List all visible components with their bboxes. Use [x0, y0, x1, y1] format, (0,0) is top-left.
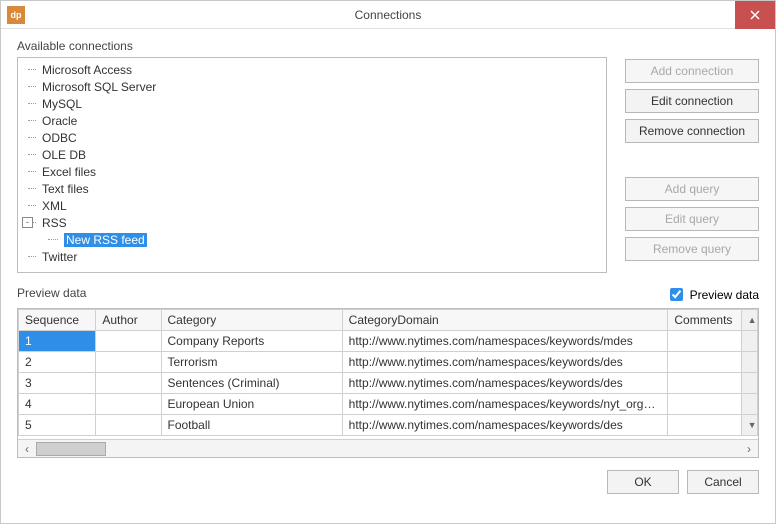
- preview-data-checkbox-input[interactable]: [670, 288, 683, 301]
- app-icon: dp: [7, 6, 25, 24]
- dialog-window: dp Connections Available connections Mic…: [0, 0, 776, 524]
- table-cell: [96, 373, 161, 394]
- table-cell: [668, 373, 741, 394]
- grid-scroll-area[interactable]: Sequence Author Category CategoryDomain …: [18, 309, 758, 439]
- collapse-icon[interactable]: -: [22, 217, 33, 228]
- table-row[interactable]: 5 Footballhttp://www.nytimes.com/namespac…: [19, 415, 758, 436]
- tree-item[interactable]: XML: [20, 198, 604, 215]
- table-row[interactable]: 4 European Unionhttp://www.nytimes.com/na…: [19, 394, 758, 415]
- add-query-button[interactable]: Add query: [625, 177, 759, 201]
- ok-button[interactable]: OK: [607, 470, 679, 494]
- col-header-categorydomain[interactable]: CategoryDomain: [342, 310, 668, 331]
- tree-item[interactable]: Excel files: [20, 164, 604, 181]
- table-cell: Sentences (Criminal): [161, 373, 342, 394]
- tree-item[interactable]: Text files: [20, 181, 604, 198]
- connections-tree[interactable]: Microsoft Access Microsoft SQL Server My…: [17, 57, 607, 273]
- preview-grid: Sequence Author Category CategoryDomain …: [17, 308, 759, 458]
- preview-data-checkbox[interactable]: Preview data: [666, 285, 759, 304]
- table-cell: 4: [19, 394, 96, 415]
- table-cell: [741, 373, 757, 394]
- table-cell: [741, 394, 757, 415]
- table-cell: 3: [19, 373, 96, 394]
- table-cell: European Union: [161, 394, 342, 415]
- table-cell: http://www.nytimes.com/namespaces/keywor…: [342, 394, 668, 415]
- preview-data-label: Preview data: [17, 286, 86, 300]
- tree-item[interactable]: OLE DB: [20, 147, 604, 164]
- table-row[interactable]: 3 Sentences (Criminal)http://www.nytimes.…: [19, 373, 758, 394]
- table-cell: ▼: [741, 415, 757, 436]
- available-connections-label: Available connections: [17, 39, 759, 53]
- table-cell: [668, 352, 741, 373]
- table-cell: Terrorism: [161, 352, 342, 373]
- preview-data-checkbox-label: Preview data: [690, 288, 759, 302]
- col-header-category[interactable]: Category: [161, 310, 342, 331]
- scrollbar-thumb[interactable]: [36, 442, 106, 456]
- table-cell: 2: [19, 352, 96, 373]
- table-cell: 1: [19, 331, 96, 352]
- table-cell: [96, 415, 161, 436]
- horizontal-scrollbar[interactable]: ‹ ›: [18, 439, 758, 457]
- table-cell: [96, 394, 161, 415]
- table-cell: [96, 331, 161, 352]
- table-cell: Football: [161, 415, 342, 436]
- tree-item[interactable]: Twitter: [20, 249, 604, 266]
- scroll-left-icon[interactable]: ‹: [18, 440, 36, 458]
- dialog-content: Available connections Microsoft Access M…: [1, 29, 775, 523]
- table-cell: [741, 352, 757, 373]
- dialog-footer: OK Cancel: [17, 458, 759, 494]
- table-row[interactable]: 1 Company Reportshttp://www.nytimes.com/n…: [19, 331, 758, 352]
- tree-item[interactable]: Microsoft SQL Server: [20, 79, 604, 96]
- tree-item[interactable]: Microsoft Access: [20, 62, 604, 79]
- table-cell: [668, 331, 741, 352]
- table-cell: http://www.nytimes.com/namespaces/keywor…: [342, 331, 668, 352]
- tree-item-label: RSS: [42, 216, 67, 230]
- table-cell: [668, 394, 741, 415]
- close-icon: [750, 10, 760, 20]
- connection-buttons: Add connection Edit connection Remove co…: [625, 57, 759, 273]
- scroll-right-icon[interactable]: ›: [740, 440, 758, 458]
- col-header-author[interactable]: Author: [96, 310, 161, 331]
- upper-section: Microsoft Access Microsoft SQL Server My…: [17, 57, 759, 273]
- tree-item-new-rss-feed[interactable]: New RSS feed: [20, 232, 604, 249]
- table-cell: Company Reports: [161, 331, 342, 352]
- cancel-button[interactable]: Cancel: [687, 470, 759, 494]
- table-cell: http://www.nytimes.com/namespaces/keywor…: [342, 415, 668, 436]
- table-cell: [96, 352, 161, 373]
- table-cell: 5: [19, 415, 96, 436]
- tree-item-label-selected: New RSS feed: [64, 233, 147, 247]
- scroll-up-icon[interactable]: ▲: [741, 310, 757, 331]
- remove-query-button[interactable]: Remove query: [625, 237, 759, 261]
- tree-item-rss[interactable]: - RSS: [20, 215, 604, 232]
- add-connection-button[interactable]: Add connection: [625, 59, 759, 83]
- preview-table: Sequence Author Category CategoryDomain …: [18, 309, 758, 436]
- edit-query-button[interactable]: Edit query: [625, 207, 759, 231]
- edit-connection-button[interactable]: Edit connection: [625, 89, 759, 113]
- titlebar: dp Connections: [1, 1, 775, 29]
- table-cell: [668, 415, 741, 436]
- col-header-sequence[interactable]: Sequence: [19, 310, 96, 331]
- table-row[interactable]: 2 Terrorismhttp://www.nytimes.com/namespa…: [19, 352, 758, 373]
- tree-item[interactable]: MySQL: [20, 96, 604, 113]
- remove-connection-button[interactable]: Remove connection: [625, 119, 759, 143]
- preview-header: Preview data Preview data: [17, 285, 759, 304]
- tree-item[interactable]: ODBC: [20, 130, 604, 147]
- table-cell: http://www.nytimes.com/namespaces/keywor…: [342, 373, 668, 394]
- col-header-comments[interactable]: Comments: [668, 310, 741, 331]
- table-cell: [741, 331, 757, 352]
- tree-item[interactable]: Oracle: [20, 113, 604, 130]
- table-header-row: Sequence Author Category CategoryDomain …: [19, 310, 758, 331]
- scrollbar-track[interactable]: [36, 440, 740, 458]
- window-title: Connections: [1, 8, 775, 22]
- close-button[interactable]: [735, 1, 775, 29]
- table-cell: http://www.nytimes.com/namespaces/keywor…: [342, 352, 668, 373]
